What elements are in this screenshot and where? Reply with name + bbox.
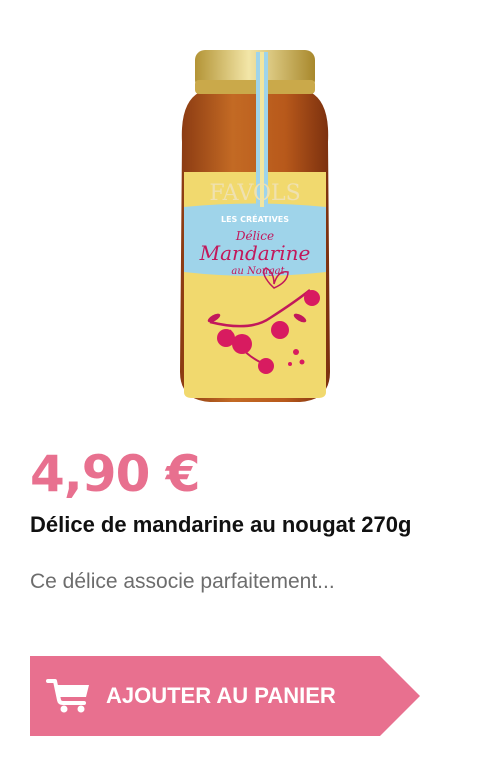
jam-jar-image: FAVOLS LES CRÉATIVES Délice Mandarine au… bbox=[180, 50, 330, 402]
svg-text:LES CRÉATIVES: LES CRÉATIVES bbox=[221, 213, 289, 224]
product-image[interactable]: FAVOLS LES CRÉATIVES Délice Mandarine au… bbox=[140, 22, 370, 420]
svg-text:FAVOLS: FAVOLS bbox=[209, 181, 300, 206]
add-to-cart-label: AJOUTER AU PANIER bbox=[106, 683, 336, 708]
shopping-cart-icon bbox=[46, 679, 89, 713]
product-title[interactable]: Délice de mandarine au nougat 270g bbox=[30, 508, 411, 542]
add-to-cart-button[interactable]: AJOUTER AU PANIER bbox=[30, 656, 420, 736]
product-description: Ce délice associe parfaitement... bbox=[30, 570, 335, 593]
svg-text:Mandarine: Mandarine bbox=[199, 241, 311, 265]
product-price: 4,90 € bbox=[30, 445, 201, 503]
